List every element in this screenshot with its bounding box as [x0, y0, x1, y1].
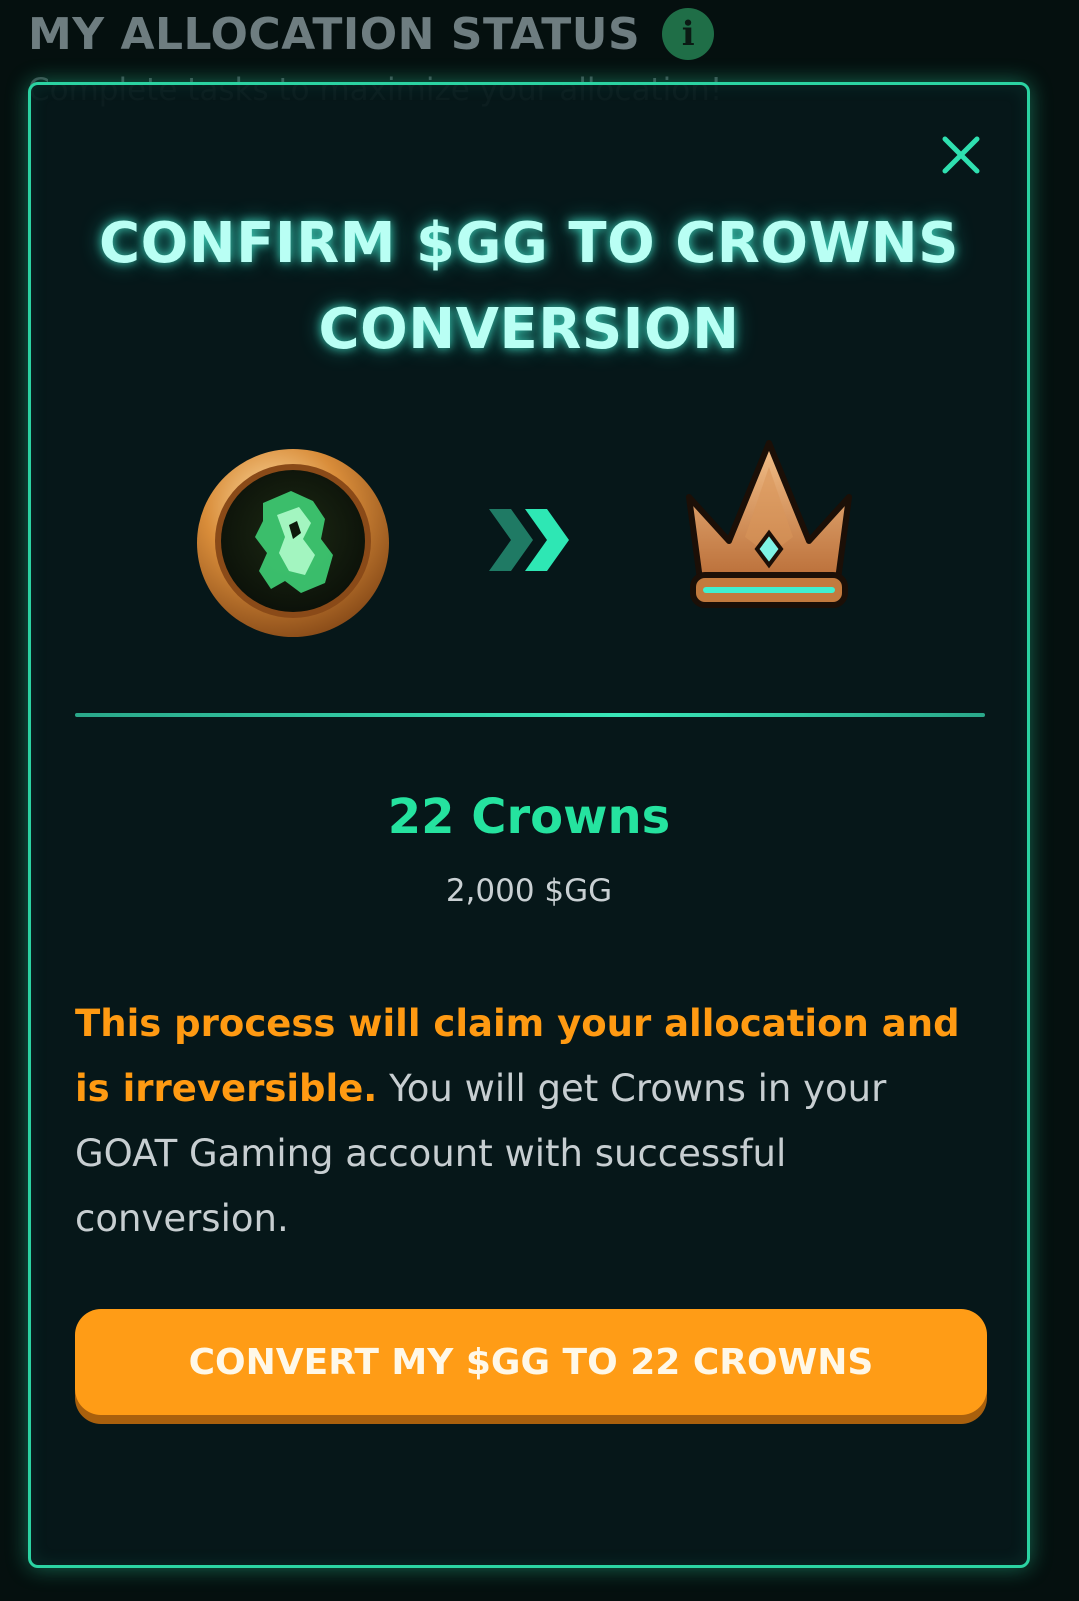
close-icon[interactable] [939, 133, 983, 177]
confirm-conversion-modal: CONFIRM $GG TO CROWNS CONVERSION 22 Crow… [28, 82, 1030, 1568]
gg-coin-icon [197, 449, 389, 637]
modal-title-line-2: CONVERSION [318, 297, 740, 362]
info-icon: i [662, 8, 715, 60]
conversion-notice: This process will claim your allocation … [75, 991, 975, 1251]
allocation-status-header: MY ALLOCATION STATUS i [28, 8, 715, 60]
crowns-amount: 22 Crowns [387, 789, 671, 845]
divider [75, 713, 985, 717]
modal-title-line-1: CONFIRM $GG TO CROWNS [99, 211, 959, 276]
modal-title: CONFIRM $GG TO CROWNS CONVERSION [31, 201, 1027, 373]
crown-icon [686, 440, 852, 608]
conversion-icons [31, 437, 1027, 647]
convert-button[interactable]: CONVERT MY $GG TO 22 CROWNS [75, 1309, 987, 1415]
gg-amount: 2,000 $GG [445, 873, 613, 909]
double-chevron-right-icon [489, 509, 569, 571]
allocation-status-title: MY ALLOCATION STATUS [28, 8, 641, 60]
